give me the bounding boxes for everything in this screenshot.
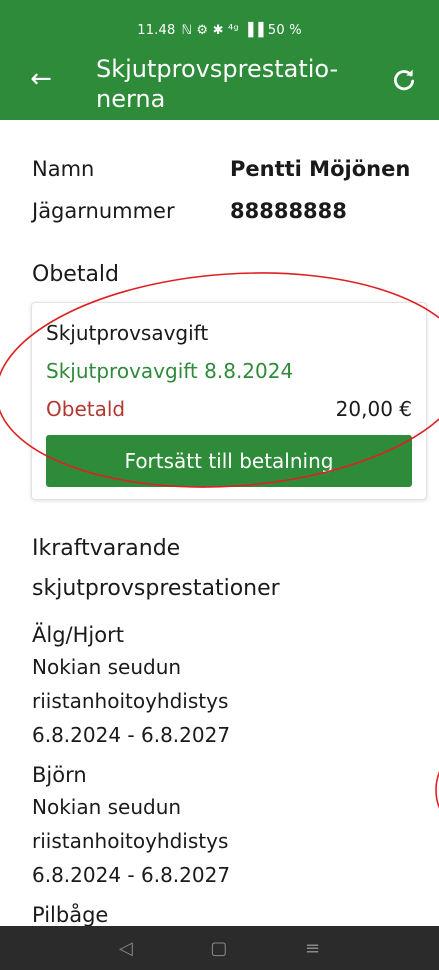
fee-subtitle: Skjutprovavgift 8.8.2024: [46, 359, 294, 383]
main-content: Namn Pentti Möjönen Jägarnummer 88888888…: [0, 120, 439, 926]
square-home-icon[interactable]: ▢: [210, 938, 227, 959]
performance-org-line2: riistanhoitoyhdistys: [32, 829, 229, 853]
valid-section-title-line1: Ikraftvarande: [32, 536, 181, 561]
arrow-left-icon: ←: [30, 64, 52, 94]
performance-title: Älg/Hjort: [32, 623, 124, 647]
page-title: Skjutprovsprestatio-nerna: [96, 55, 339, 113]
refresh-button[interactable]: [391, 68, 417, 94]
performance-org-line1: Nokian seudun: [32, 655, 182, 679]
performance-org-line1: Nokian seudun: [32, 795, 182, 819]
performance-period: 6.8.2024 - 6.8.2027: [32, 863, 231, 887]
back-button[interactable]: ←: [26, 64, 56, 94]
unpaid-section-title: Obetald: [32, 262, 120, 287]
hunter-number-row: Jägarnummer 88888888: [32, 196, 412, 226]
valid-section-title-line2: skjutprovsprestationer: [32, 576, 280, 601]
performance-item: Älg/Hjort Nokian seudun riistanhoitoyhdi…: [32, 620, 432, 752]
hunter-number-value: 88888888: [230, 199, 347, 223]
triangle-back-icon[interactable]: ◁: [119, 938, 133, 959]
name-value: Pentti Möjönen: [230, 157, 411, 181]
refresh-icon: [393, 69, 415, 91]
performance-title: Pilbåge: [32, 903, 109, 926]
performance-item-partial: Pilbåge: [32, 900, 432, 926]
app-bar: ← Skjutprovsprestatio-nerna: [0, 48, 439, 120]
performance-title: Björn: [32, 763, 87, 787]
fee-title: Skjutprovsavgift: [46, 321, 209, 345]
hunter-number-label: Jägarnummer: [32, 199, 175, 223]
menu-lines-icon[interactable]: ≡: [305, 938, 320, 959]
continue-to-payment-button[interactable]: Fortsätt till betalning: [46, 435, 412, 487]
name-row: Namn Pentti Möjönen: [32, 154, 412, 184]
status-time: 11.48: [137, 22, 176, 38]
performance-period: 6.8.2024 - 6.8.2027: [32, 723, 231, 747]
unpaid-fee-card: Skjutprovsavgift Skjutprovavgift 8.8.202…: [31, 302, 427, 500]
name-label: Namn: [32, 157, 95, 181]
status-bar: 11.48 ℕ ⚙ ✱ ⁴ᵍ ▐▐ 50 %: [0, 0, 439, 48]
performance-org-line2: riistanhoitoyhdistys: [32, 689, 229, 713]
performance-item: Björn Nokian seudun riistanhoitoyhdistys…: [32, 760, 432, 892]
fee-status: Obetald: [46, 397, 126, 421]
system-nav-bar: ◁ ▢ ≡: [0, 926, 439, 970]
fee-amount: 20,00 €: [335, 397, 412, 421]
status-icons: ℕ ⚙ ✱ ⁴ᵍ ▐▐ 50 %: [181, 22, 302, 38]
